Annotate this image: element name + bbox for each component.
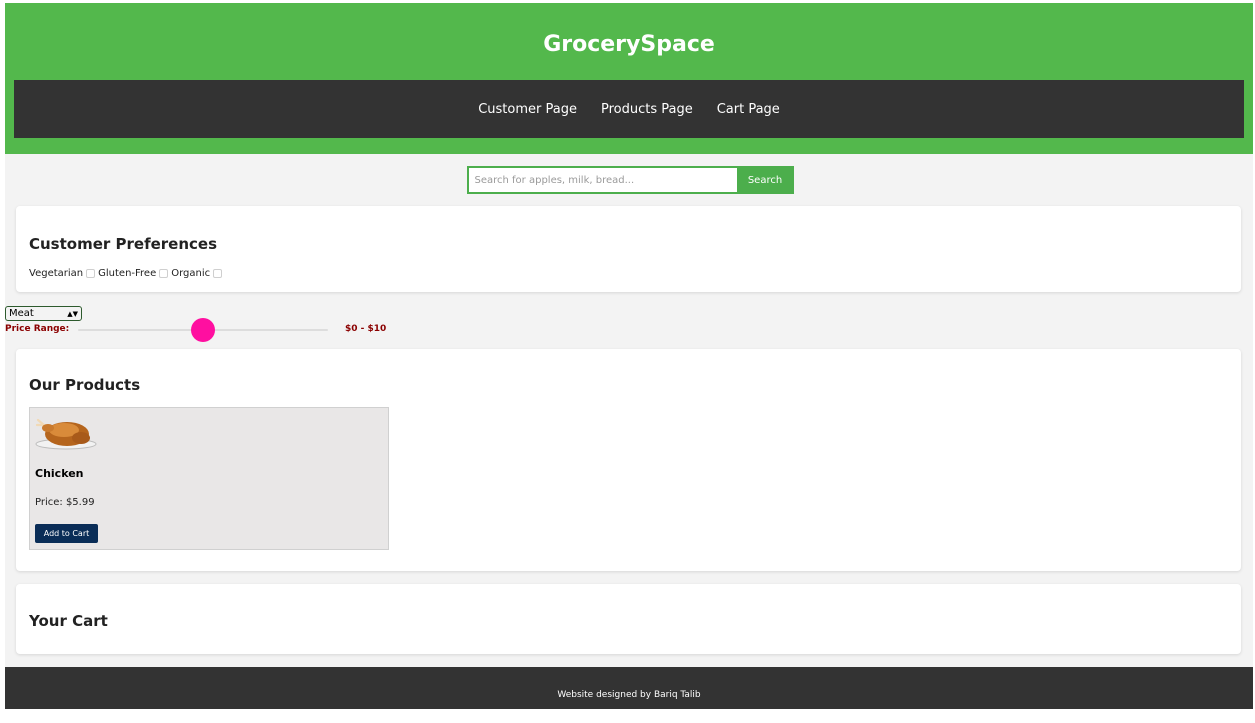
site-header: GrocerySpace Customer Page Products Page… bbox=[5, 3, 1253, 154]
products-heading: Our Products bbox=[29, 376, 141, 394]
site-footer: Website designed by Bariq Talib bbox=[5, 667, 1253, 709]
preferences-list: Vegetarian Gluten-Free Organic bbox=[29, 268, 225, 279]
select-arrows-icon: ▲▼ bbox=[67, 309, 78, 318]
preference-vegetarian: Vegetarian bbox=[29, 268, 98, 279]
nav-products-page[interactable]: Products Page bbox=[601, 102, 693, 117]
preference-label: Vegetarian bbox=[29, 268, 84, 279]
product-price: Price: $5.99 bbox=[35, 497, 95, 508]
price-range-slider[interactable] bbox=[78, 318, 328, 342]
footer-credit: Website designed by Bariq Talib bbox=[557, 690, 701, 700]
add-to-cart-button[interactable]: Add to Cart bbox=[35, 524, 98, 543]
search-bar: Search bbox=[466, 166, 794, 194]
price-range-value: $0 - $10 bbox=[345, 324, 387, 334]
nav-bar: Customer Page Products Page Cart Page bbox=[14, 80, 1244, 138]
products-card: Our Products Chicken Price: $5.99 Add to… bbox=[16, 349, 1241, 571]
gluten-free-checkbox[interactable] bbox=[159, 269, 169, 278]
product-name: Chicken bbox=[35, 467, 84, 480]
preference-label: Gluten-Free bbox=[98, 268, 157, 279]
vegetarian-checkbox[interactable] bbox=[86, 269, 96, 278]
slider-thumb[interactable] bbox=[191, 318, 215, 342]
cart-heading: Your Cart bbox=[29, 612, 108, 630]
search-row: Search bbox=[5, 166, 1253, 194]
nav-cart-page[interactable]: Cart Page bbox=[717, 102, 780, 117]
product-card: Chicken Price: $5.99 Add to Cart bbox=[29, 407, 389, 550]
page: GrocerySpace Customer Page Products Page… bbox=[5, 3, 1253, 709]
preferences-heading: Customer Preferences bbox=[29, 235, 218, 253]
category-selected-value: Meat bbox=[9, 308, 34, 319]
customer-preferences-card: Customer Preferences Vegetarian Gluten-F… bbox=[16, 206, 1241, 292]
roast-chicken-image bbox=[35, 418, 97, 450]
search-button[interactable]: Search bbox=[736, 166, 794, 194]
search-input[interactable] bbox=[466, 166, 737, 194]
price-range-label: Price Range: bbox=[5, 324, 70, 334]
cart-card: Your Cart bbox=[16, 584, 1241, 654]
organic-checkbox[interactable] bbox=[213, 269, 223, 278]
site-title: GrocerySpace bbox=[543, 32, 715, 57]
category-select[interactable]: Meat ▲▼ bbox=[5, 306, 82, 321]
preference-gluten-free: Gluten-Free bbox=[98, 268, 171, 279]
nav-customer-page[interactable]: Customer Page bbox=[478, 102, 577, 117]
preference-label: Organic bbox=[171, 268, 211, 279]
preference-organic: Organic bbox=[171, 268, 225, 279]
